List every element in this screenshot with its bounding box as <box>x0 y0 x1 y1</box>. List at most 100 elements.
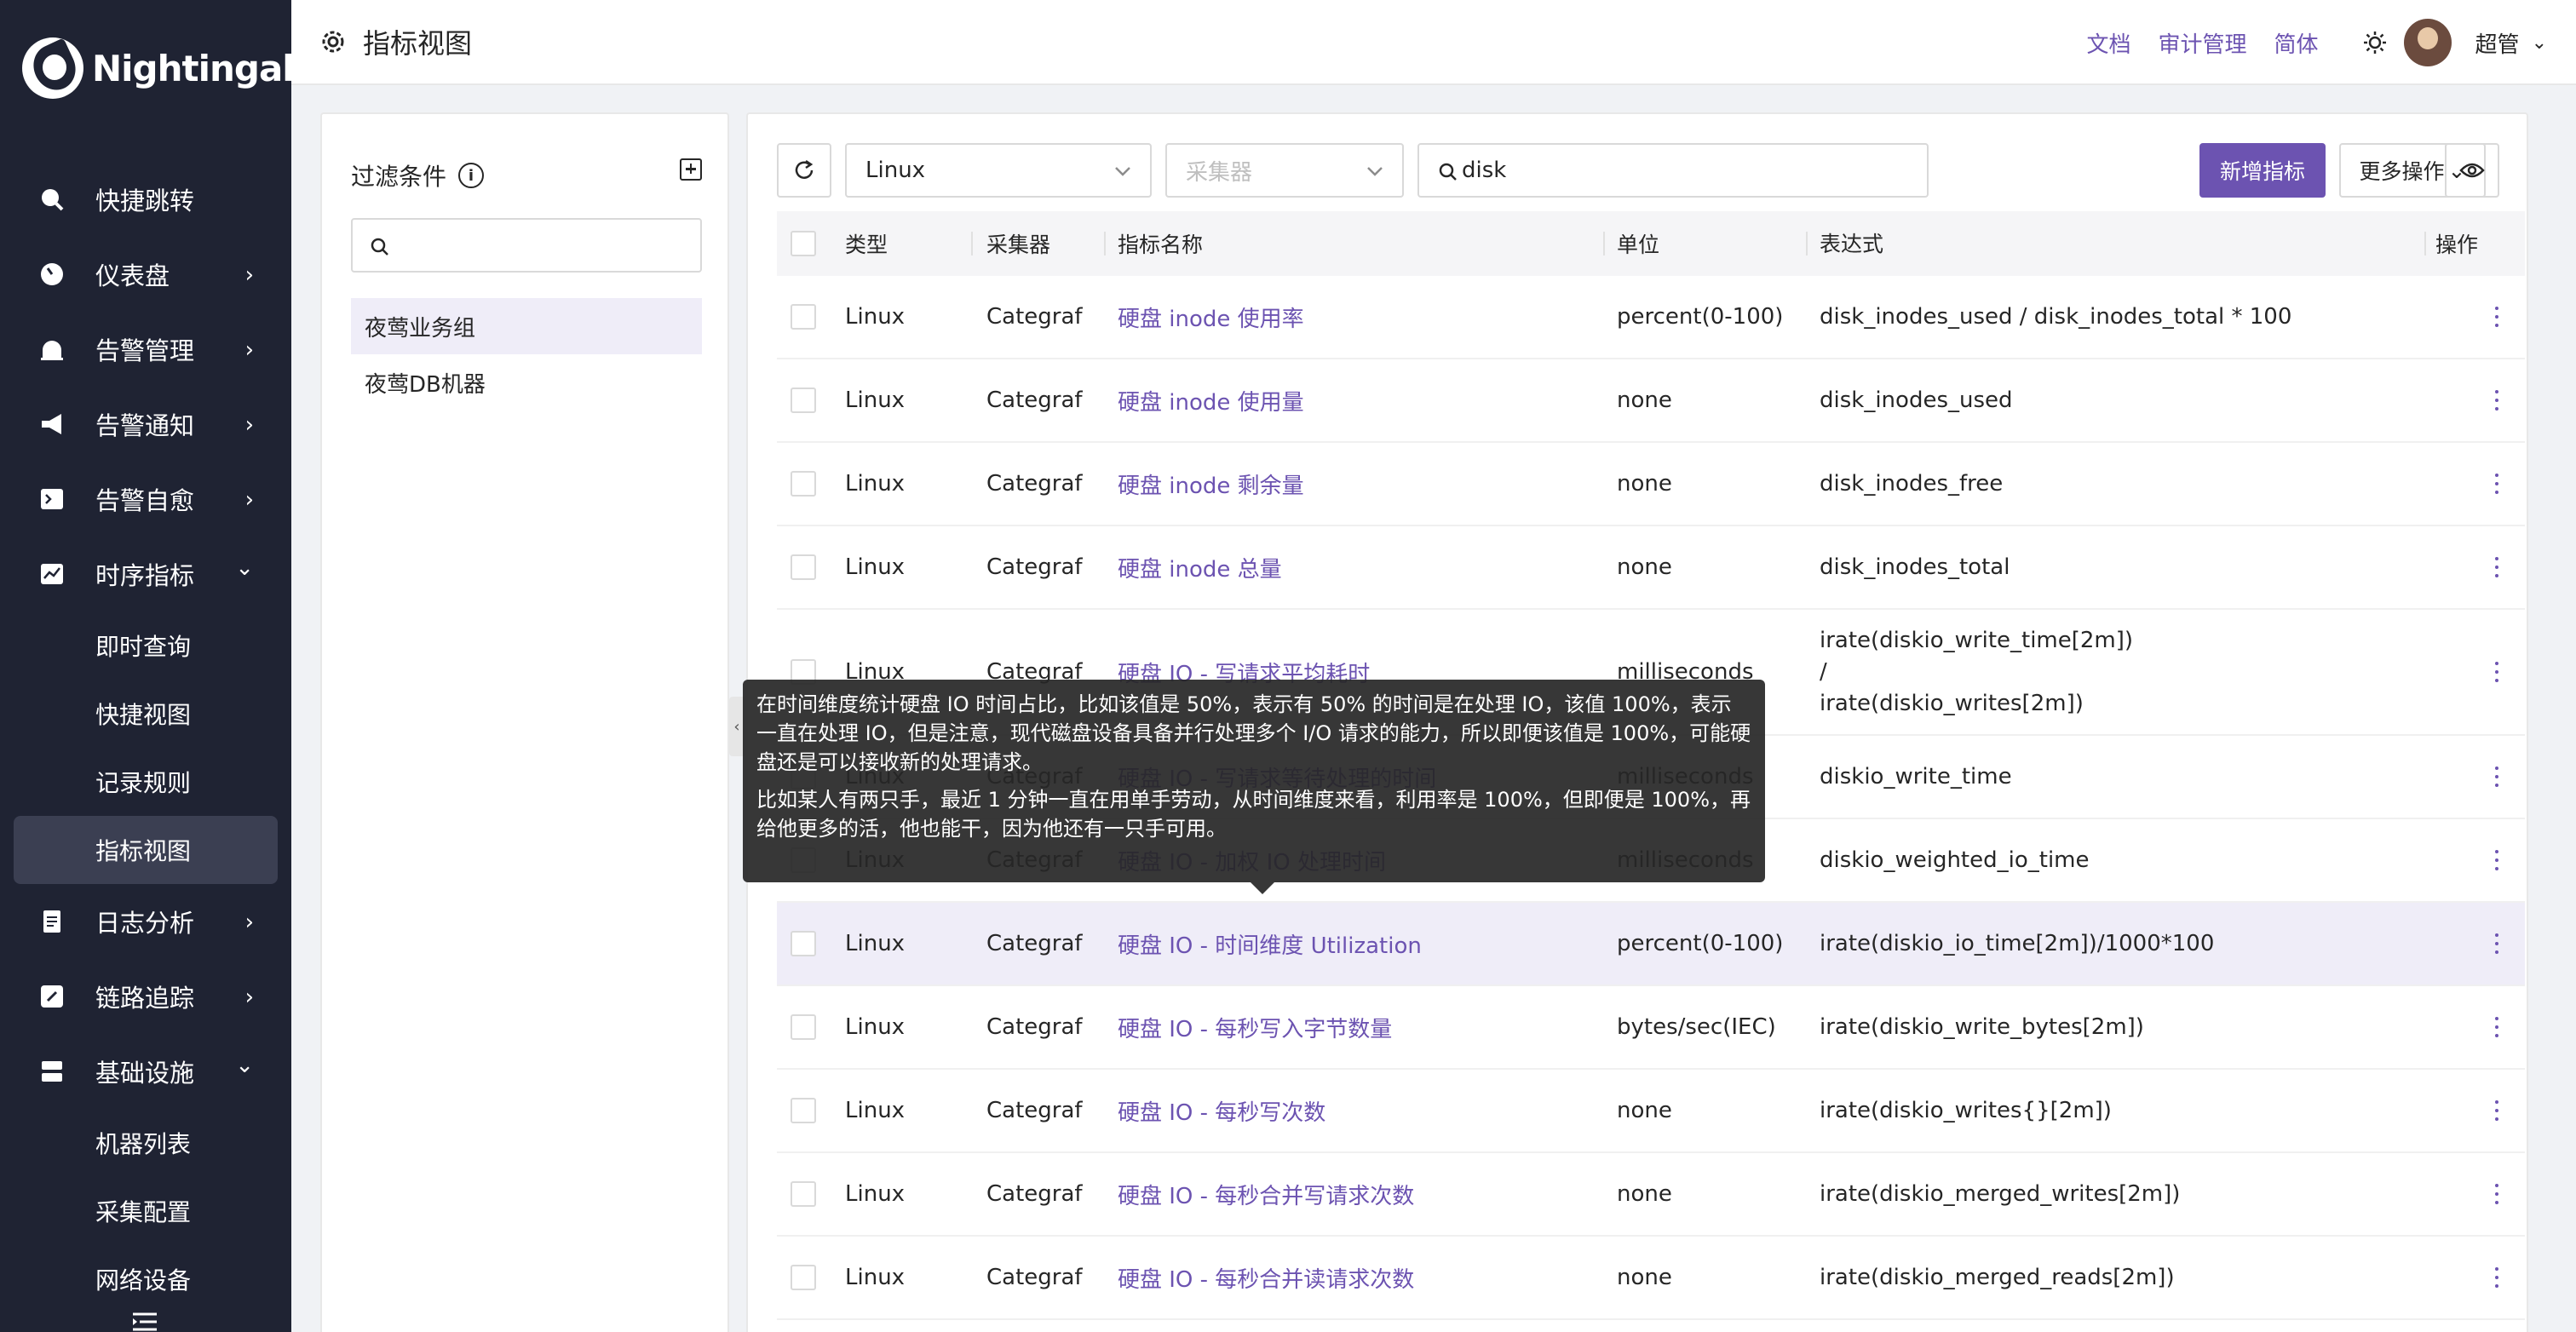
sidebar-item-timeseries-metrics[interactable]: 时序指标 ⌄ <box>0 537 291 611</box>
more-vertical-icon[interactable] <box>2494 933 2499 954</box>
table-row[interactable]: Linux Categraf 硬盘 inode 使用率 percent(0-100) d… <box>777 276 2525 359</box>
more-vertical-icon[interactable] <box>2494 1184 2499 1204</box>
logo[interactable]: Nightingale <box>22 37 291 99</box>
refresh-button[interactable] <box>777 143 831 198</box>
info-icon[interactable]: i <box>458 163 485 188</box>
table-row[interactable]: Linux Categraf 硬盘 IO - 时间维度 Utilization per… <box>777 903 2525 986</box>
cell-collector: Categraf <box>986 1181 1083 1207</box>
sidebar-item-dashboard[interactable]: 仪表盘 › <box>0 237 291 312</box>
group-item[interactable]: 夜莺DB机器 <box>351 354 702 411</box>
more-vertical-icon[interactable] <box>2494 1017 2499 1037</box>
more-vertical-icon[interactable] <box>2494 766 2499 787</box>
sidebar-item-infrastructure[interactable]: 基础设施 ⌄ <box>0 1034 291 1109</box>
row-checkbox[interactable] <box>791 471 816 497</box>
avatar[interactable] <box>2403 19 2452 66</box>
metric-name-link[interactable]: 硬盘 inode 使用率 <box>1118 301 1304 333</box>
chart-icon <box>39 561 65 587</box>
row-checkbox[interactable] <box>791 388 816 413</box>
row-checkbox[interactable] <box>791 931 816 956</box>
table-row[interactable]: Linux Categraf 硬盘 IO - 每秒写入字节数量 bytes/sec(I… <box>777 986 2525 1070</box>
metric-name-link[interactable]: 硬盘 inode 总量 <box>1118 552 1282 583</box>
table-row[interactable]: Linux Categraf 硬盘 inode 使用量 none disk_inodes… <box>777 359 2525 443</box>
sidebar-sub-record-rules[interactable]: 记录规则 <box>0 748 291 816</box>
language-link[interactable]: 简体 <box>2274 27 2319 59</box>
link-icon <box>39 984 65 1009</box>
metric-name-link[interactable]: 硬盘 IO - 时间维度 Utilization <box>1118 928 1422 960</box>
more-vertical-icon[interactable] <box>2494 850 2499 870</box>
cell-expression: irate(diskio_merged_reads[2m]) <box>1820 1264 2175 1290</box>
table-header: 类型 采集器 指标名称 单位 表达式 操作 <box>777 211 2525 276</box>
add-group-icon[interactable] <box>680 158 702 181</box>
sidebar-sub-quick-view[interactable]: 快捷视图 <box>0 680 291 748</box>
user-name[interactable]: 超管 <box>2475 27 2520 59</box>
add-metric-button[interactable]: 新增指标 <box>2199 143 2326 198</box>
row-checkbox[interactable] <box>791 554 816 580</box>
row-checkbox[interactable] <box>791 1098 816 1123</box>
table-row[interactable]: Linux Categraf 硬盘 inode 剩余量 none disk_inodes… <box>777 443 2525 526</box>
chevron-down-icon[interactable]: ⌄ <box>2532 32 2547 54</box>
sidebar-item-alarm-selfheal[interactable]: 告警自愈 › <box>0 462 291 537</box>
cell-unit: none <box>1617 1265 1672 1290</box>
tooltip-paragraph: 比如某人有两只手，最近 1 分钟一直在用单手劳动，从时间维度来看，利用率是 10… <box>756 788 1751 841</box>
sidebar-sub-collect-config[interactable]: 采集配置 <box>0 1177 291 1245</box>
cell-unit: none <box>1617 471 1672 497</box>
group-item[interactable]: 夜莺业务组 <box>351 298 702 354</box>
sidebar-item-label: 告警管理 <box>95 336 195 365</box>
collector-select[interactable]: 采集器 <box>1165 143 1404 198</box>
select-all-checkbox[interactable] <box>791 231 816 256</box>
row-checkbox[interactable] <box>791 1014 816 1040</box>
more-vertical-icon[interactable] <box>2494 662 2499 682</box>
table-row[interactable]: Linux Categraf 硬盘 IO - 每秒写次数 none irate(disk… <box>777 1070 2525 1153</box>
sidebar-sub-machine-list[interactable]: 机器列表 <box>0 1109 291 1177</box>
column-visibility-button[interactable] <box>2445 143 2499 198</box>
metric-name-link[interactable]: 硬盘 IO - 每秒写入字节数量 <box>1118 1012 1392 1043</box>
group-search-input[interactable] <box>351 218 702 273</box>
header-type: 类型 <box>845 233 888 257</box>
row-checkbox[interactable] <box>791 304 816 330</box>
more-vertical-icon[interactable] <box>2494 1267 2499 1288</box>
row-checkbox[interactable] <box>791 1265 816 1290</box>
os-select[interactable]: Linux <box>845 143 1152 198</box>
cell-unit: none <box>1617 1098 1672 1123</box>
table-row[interactable]: Linux Categraf 硬盘 inode 总量 none disk_inodes_… <box>777 526 2525 610</box>
sidebar-sub-instant-query[interactable]: 即时查询 <box>0 611 291 680</box>
metric-search-input[interactable]: disk <box>1417 143 1929 198</box>
more-vertical-icon[interactable] <box>2494 307 2499 327</box>
theme-sun-icon[interactable] <box>2363 31 2387 55</box>
chevron-right-icon: › <box>244 985 254 1010</box>
more-vertical-icon[interactable] <box>2494 1100 2499 1121</box>
metric-description-tooltip: 在时间维度统计硬盘 IO 时间占比，比如该值是 50%，表示有 50% 的时间是… <box>743 680 1765 894</box>
metric-name-link[interactable]: 硬盘 IO - 每秒写次数 <box>1118 1095 1325 1127</box>
sidebar-sub-metric-view[interactable]: 指标视图 <box>14 816 278 884</box>
collapse-menu-icon[interactable] <box>131 1312 158 1332</box>
table-row[interactable]: Linux Categraf 硬盘 IO - 每秒合并写请求次数 none irate(… <box>777 1153 2525 1237</box>
table-row[interactable]: Linux Categraf 硬盘 IO - 每秒合并读请求次数 none irate(… <box>777 1237 2525 1320</box>
cell-collector: Categraf <box>986 304 1083 330</box>
page-title: 指标视图 <box>363 27 473 60</box>
more-vertical-icon[interactable] <box>2494 557 2499 577</box>
top-header: 指标视图 文档 审计管理 简体 超管 ⌄ <box>291 0 2576 85</box>
metric-name-link[interactable]: 硬盘 inode 剩余量 <box>1118 468 1304 500</box>
collector-select-placeholder: 采集器 <box>1186 159 1253 186</box>
cell-type: Linux <box>845 1265 906 1290</box>
audit-link[interactable]: 审计管理 <box>2159 27 2247 59</box>
metric-name-link[interactable]: 硬盘 inode 使用量 <box>1118 385 1304 416</box>
toolbar: Linux 采集器 disk 新增指标 更多操作 ⌄ <box>777 143 2499 198</box>
chevron-down-icon <box>1115 167 1130 176</box>
megaphone-icon <box>39 411 65 437</box>
more-vertical-icon[interactable] <box>2494 474 2499 494</box>
metric-name-link[interactable]: 硬盘 IO - 每秒合并读请求次数 <box>1118 1262 1414 1294</box>
sidebar-item-log-analysis[interactable]: 日志分析 › <box>0 884 291 959</box>
more-vertical-icon[interactable] <box>2494 390 2499 411</box>
row-checkbox[interactable] <box>791 1181 816 1207</box>
docs-link[interactable]: 文档 <box>2087 27 2131 59</box>
server-icon <box>39 1059 65 1084</box>
sidebar-item-alarm-notify[interactable]: 告警通知 › <box>0 387 291 462</box>
sidebar-item-quick-jump[interactable]: 快捷跳转 <box>0 162 291 237</box>
sidebar-sub-network-devices[interactable]: 网络设备 <box>0 1245 291 1313</box>
sidebar-item-alarm-management[interactable]: 告警管理 › <box>0 312 291 387</box>
sidebar-item-label: 仪表盘 <box>95 261 170 290</box>
metric-name-link[interactable]: 硬盘 IO - 每秒合并写请求次数 <box>1118 1179 1414 1210</box>
sidebar-item-tracing[interactable]: 链路追踪 › <box>0 959 291 1034</box>
log-icon <box>39 909 65 934</box>
